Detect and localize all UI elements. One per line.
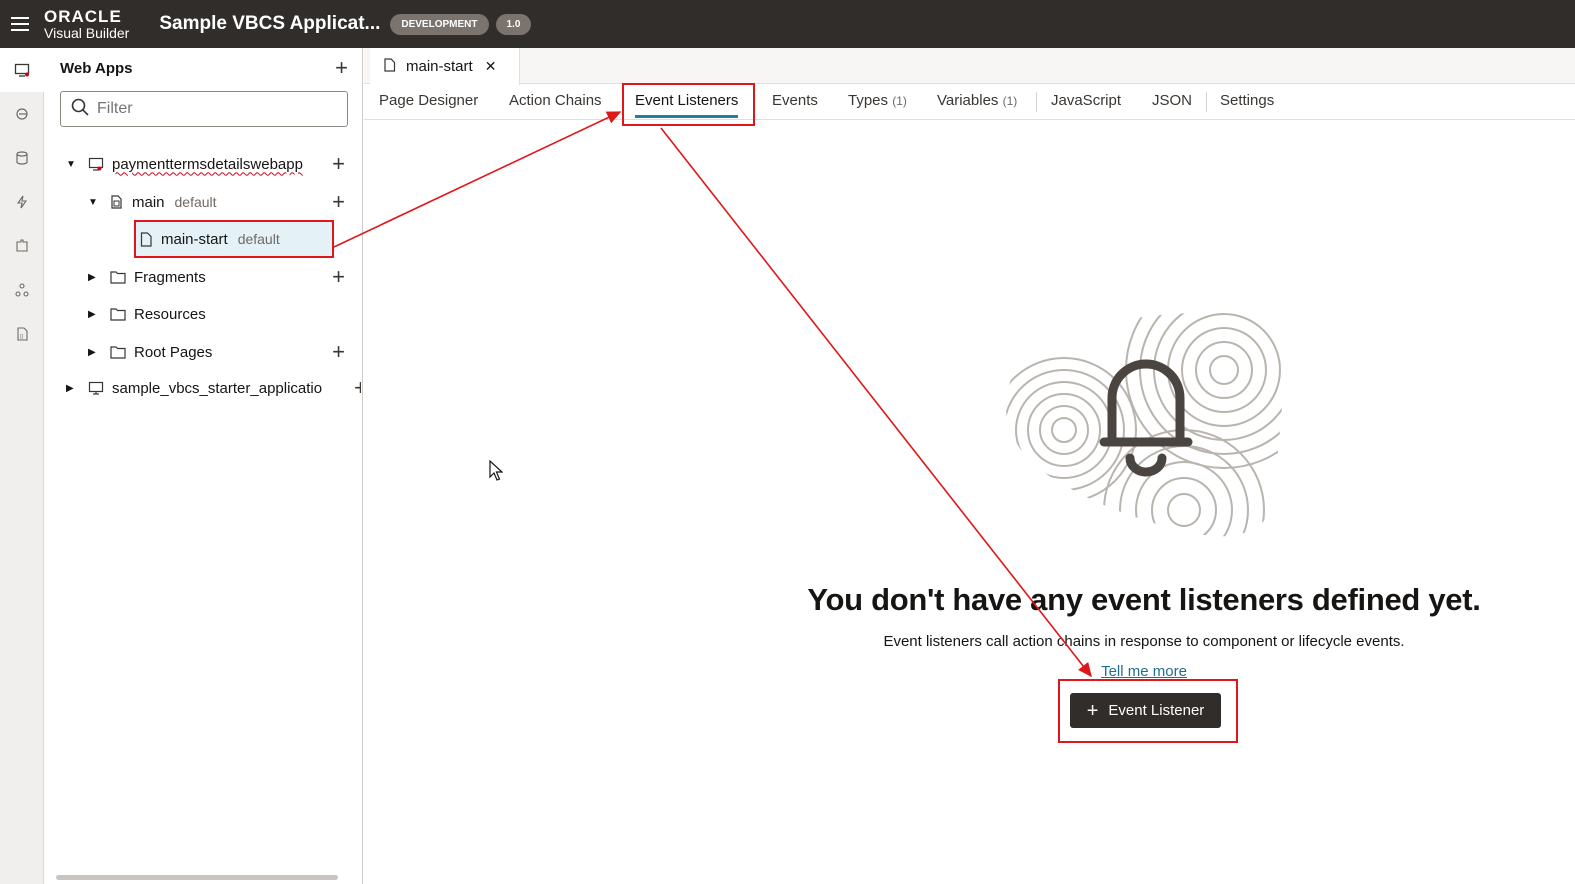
expand-caret-icon[interactable]: ▼ xyxy=(66,159,82,170)
add-button[interactable]: + xyxy=(332,189,345,215)
editor-tab-bar: Page Designer Action Chains Event Listen… xyxy=(364,84,1575,120)
web-apps-navigator: Web Apps + ▼ paymenttermsdetailswebapp +… xyxy=(44,48,363,884)
expand-caret-icon[interactable]: ▶ xyxy=(88,309,104,320)
tell-me-more-link[interactable]: Tell me more xyxy=(1084,663,1204,680)
tab-action-chains[interactable]: Action Chains xyxy=(509,92,602,109)
folder-icon xyxy=(110,345,126,359)
horizontal-scrollbar[interactable] xyxy=(56,875,338,880)
tab-variables[interactable]: Variables (1) xyxy=(937,92,1017,109)
add-button[interactable]: + xyxy=(332,339,345,365)
tree-item-label: Resources xyxy=(134,305,206,323)
web-apps-icon[interactable] xyxy=(0,48,44,92)
file-tab-bar: main-start ✕ xyxy=(364,48,1575,85)
tab-events[interactable]: Events xyxy=(772,92,818,109)
add-web-app-button[interactable]: + xyxy=(335,57,348,79)
navigator-title: Web Apps xyxy=(60,59,133,77)
web-app-icon xyxy=(88,380,104,396)
tree-item-label: Root Pages xyxy=(134,343,213,361)
navigator-header: Web Apps + xyxy=(44,48,362,88)
activity-rail: {} xyxy=(0,48,44,884)
filter-input[interactable] xyxy=(97,100,317,118)
version-badge[interactable]: 1.0 xyxy=(495,13,532,35)
processes-icon[interactable] xyxy=(0,180,44,224)
add-button[interactable]: + xyxy=(332,264,345,290)
expand-caret-icon[interactable]: ▼ xyxy=(88,197,104,208)
hamburger-menu-icon[interactable] xyxy=(0,0,40,48)
source-icon[interactable]: {} xyxy=(0,312,44,356)
page-icon xyxy=(384,57,396,76)
mouse-cursor-icon xyxy=(489,459,504,487)
tree-item-root-pages[interactable]: ▶ Root Pages + xyxy=(88,335,361,369)
brand-line2: Visual Builder xyxy=(44,25,130,41)
event-listeners-tab-highlight xyxy=(622,83,755,126)
filter-field[interactable] xyxy=(60,91,348,127)
tree-item-sublabel: default xyxy=(237,231,280,247)
add-button[interactable]: + xyxy=(354,375,361,401)
app-title[interactable]: Sample VBCS Applicat... xyxy=(159,13,380,35)
editor-area: main-start ✕ Page Designer Action Chains… xyxy=(364,48,1575,884)
empty-state-description: Event listeners call action chains in re… xyxy=(883,633,1405,650)
tree-item-main[interactable]: ▼ main default + xyxy=(88,185,361,219)
tree-item-label: main-start xyxy=(161,230,228,248)
components-icon[interactable] xyxy=(0,224,44,268)
svg-text:{}: {} xyxy=(20,334,24,340)
layouts-icon[interactable] xyxy=(0,268,44,312)
folder-icon xyxy=(110,270,126,284)
expand-caret-icon[interactable]: ▶ xyxy=(88,347,104,358)
brand-line1: ORACLE xyxy=(44,7,122,26)
service-connections-icon[interactable] xyxy=(0,92,44,136)
tab-settings[interactable]: Settings xyxy=(1220,92,1274,109)
business-objects-icon[interactable] xyxy=(0,136,44,180)
environment-badge[interactable]: DEVELOPMENT xyxy=(390,13,489,35)
tree-item-main-start[interactable]: main-start default xyxy=(140,222,330,256)
tree-item-label: Fragments xyxy=(134,268,206,286)
empty-state-title: You don't have any event listeners defin… xyxy=(807,582,1481,617)
tab-types[interactable]: Types (1) xyxy=(848,92,907,109)
bell-illustration xyxy=(1004,310,1286,545)
close-icon[interactable]: ✕ xyxy=(485,58,497,75)
tree-item-sublabel: default xyxy=(174,194,217,210)
web-app-icon xyxy=(88,156,104,172)
tree-item-resources[interactable]: ▶ Resources xyxy=(88,297,361,331)
page-icon xyxy=(140,231,153,247)
tab-json[interactable]: JSON xyxy=(1152,92,1192,109)
event-listener-button-highlight xyxy=(1058,679,1238,743)
add-button[interactable]: + xyxy=(332,151,345,177)
tree-item-label: paymenttermsdetailswebapp xyxy=(112,155,303,173)
tree-item-label: main xyxy=(132,193,165,211)
top-bar: ORACLE Visual Builder Sample VBCS Applic… xyxy=(0,0,1575,48)
tree-item-fragments[interactable]: ▶ Fragments + xyxy=(88,260,361,294)
tab-divider xyxy=(1036,92,1037,112)
file-tab-label: main-start xyxy=(406,58,473,75)
folder-icon xyxy=(110,307,126,321)
search-icon xyxy=(71,98,89,121)
file-tab-main-start[interactable]: main-start ✕ xyxy=(370,48,520,85)
oracle-logo: ORACLE Visual Builder xyxy=(44,8,129,40)
tab-javascript[interactable]: JavaScript xyxy=(1051,92,1121,109)
expand-caret-icon[interactable]: ▶ xyxy=(88,272,104,283)
expand-caret-icon[interactable]: ▶ xyxy=(66,383,82,394)
tree-item-label: sample_vbcs_starter_applicatio xyxy=(112,379,323,397)
tree-item-sample-vbcs-starter[interactable]: ▶ sample_vbcs_starter_applicatio + xyxy=(66,371,361,405)
tab-page-designer[interactable]: Page Designer xyxy=(379,92,478,109)
flow-icon xyxy=(110,194,124,210)
tab-divider xyxy=(1206,92,1207,112)
tree-item-paymenttermsdetailswebapp[interactable]: ▼ paymenttermsdetailswebapp + xyxy=(66,147,361,181)
